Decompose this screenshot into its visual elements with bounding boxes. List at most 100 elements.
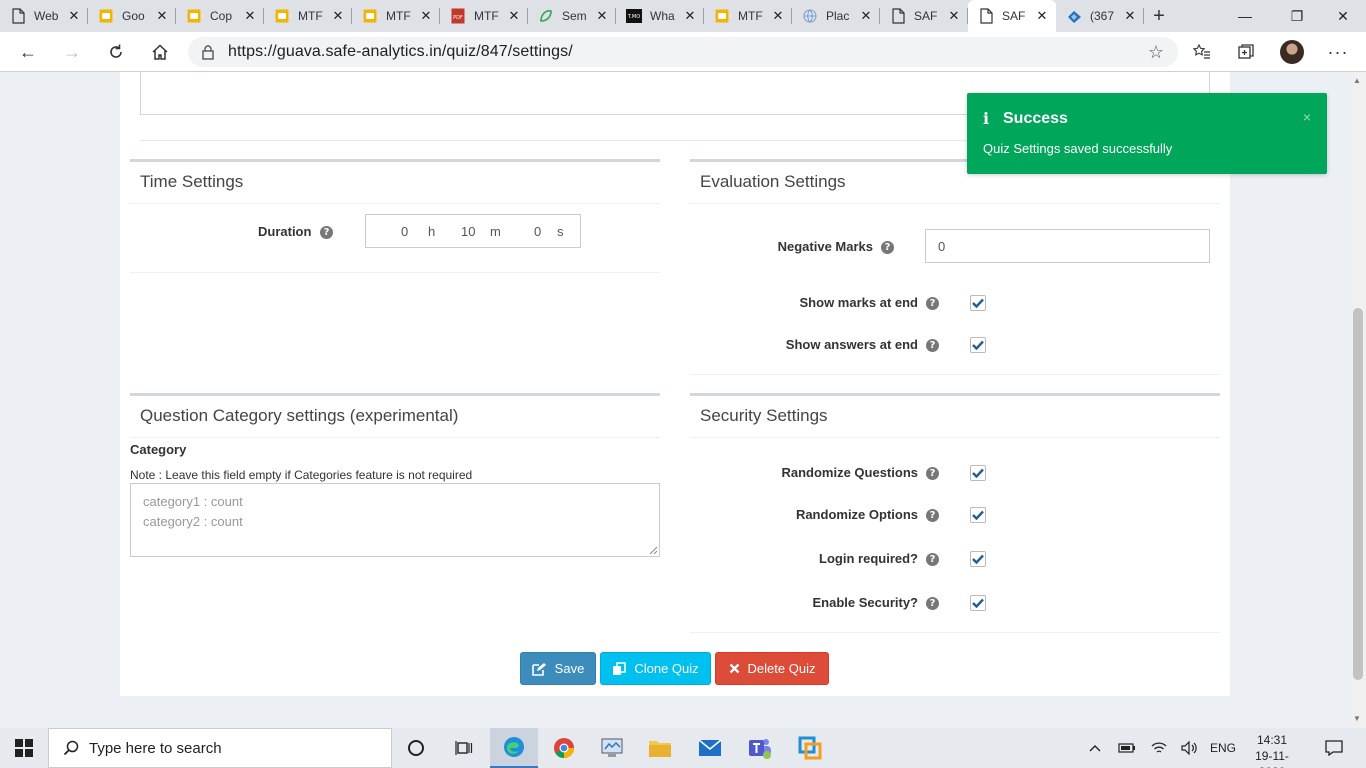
browser-tab[interactable]: Plac ✕	[792, 0, 880, 32]
home-button[interactable]	[144, 36, 176, 68]
randomize-options-checkbox[interactable]	[970, 507, 986, 523]
task-view-button[interactable]	[440, 728, 488, 768]
settings-more-icon[interactable]: ···	[1322, 36, 1354, 68]
tab-close-icon[interactable]: ✕	[66, 8, 82, 24]
input-language[interactable]: ENG	[1206, 728, 1240, 768]
help-icon[interactable]: ?	[926, 339, 939, 352]
browser-tab[interactable]: PDF MTF ✕	[440, 0, 528, 32]
tab-close-icon[interactable]: ✕	[770, 8, 786, 24]
duration-seconds-value[interactable]: 0	[534, 224, 541, 239]
windows-taskbar: Type here to search ENG 14:31 19-11-2020	[0, 728, 1366, 768]
browser-tab[interactable]: MTF ✕	[264, 0, 352, 32]
category-settings-panel: Question Category settings (experimental…	[130, 393, 660, 563]
scroll-down-arrow-icon[interactable]: ▼	[1353, 714, 1361, 723]
duration-input[interactable]: 0 h 10 m 0 s	[365, 214, 581, 248]
toast-close-icon[interactable]: ×	[1303, 109, 1311, 125]
cortana-button[interactable]	[392, 728, 440, 768]
window-close-button[interactable]: ✕	[1320, 0, 1366, 32]
taskbar-mail[interactable]	[686, 728, 734, 768]
taskbar-teams[interactable]	[736, 728, 784, 768]
back-button[interactable]: ←	[12, 36, 44, 68]
start-button[interactable]	[0, 728, 48, 768]
minimize-button[interactable]: —	[1222, 0, 1268, 32]
collections-icon[interactable]	[1230, 36, 1262, 68]
browser-tab[interactable]: MTF ✕	[352, 0, 440, 32]
tab-close-icon[interactable]: ✕	[946, 8, 962, 24]
tab-close-icon[interactable]: ✕	[1034, 8, 1050, 24]
category-textarea[interactable]: category1 : count category2 : count	[130, 483, 660, 557]
copy-icon	[613, 661, 627, 675]
login-required-label: Login required?	[819, 551, 918, 566]
system-clock[interactable]: 14:31 19-11-2020	[1242, 732, 1302, 768]
new-tab-button[interactable]: +	[1144, 0, 1174, 32]
wifi-icon[interactable]	[1148, 728, 1170, 768]
duration-minutes-value[interactable]: 10	[461, 224, 475, 239]
randomize-questions-checkbox[interactable]	[970, 465, 986, 481]
show-answers-checkbox[interactable]	[970, 337, 986, 353]
delete-quiz-button[interactable]: Delete Quiz	[715, 652, 829, 685]
forward-button[interactable]: →	[56, 36, 88, 68]
browser-tab[interactable]: Web ✕	[0, 0, 88, 32]
page-icon	[890, 8, 906, 24]
save-button[interactable]: Save	[520, 652, 596, 685]
tab-close-icon[interactable]: ✕	[242, 8, 258, 24]
browser-tab-active[interactable]: SAF ✕	[968, 0, 1056, 32]
scrollbar-thumb[interactable]	[1353, 308, 1363, 680]
browser-tab[interactable]: Goo ✕	[88, 0, 176, 32]
browser-tab[interactable]: (367 ✕	[1056, 0, 1144, 32]
taskbar-edge[interactable]	[490, 728, 538, 768]
duration-hours-value[interactable]: 0	[401, 224, 408, 239]
evaluation-settings-title: Evaluation Settings	[700, 172, 846, 191]
enable-security-label: Enable Security?	[812, 595, 918, 610]
browser-tab[interactable]: MTF ✕	[704, 0, 792, 32]
taskbar-file-explorer[interactable]	[636, 728, 684, 768]
help-icon[interactable]: ?	[926, 467, 939, 480]
restore-button[interactable]: ❐	[1274, 0, 1320, 32]
battery-icon[interactable]	[1116, 728, 1138, 768]
refresh-button[interactable]	[100, 36, 132, 68]
negative-marks-input[interactable]: 0	[925, 229, 1210, 263]
scroll-up-arrow-icon[interactable]: ▲	[1353, 76, 1361, 85]
notifications-icon[interactable]	[1318, 728, 1350, 768]
tab-close-icon[interactable]: ✕	[418, 8, 434, 24]
tab-close-icon[interactable]: ✕	[1122, 8, 1138, 24]
tab-close-icon[interactable]: ✕	[594, 8, 610, 24]
browser-tab[interactable]: T.MO Wha ✕	[616, 0, 704, 32]
page-scrollbar[interactable]: ▲ ▼	[1350, 72, 1366, 728]
help-icon[interactable]: ?	[926, 553, 939, 566]
taskbar-search-box[interactable]: Type here to search	[48, 728, 392, 768]
tab-close-icon[interactable]: ✕	[858, 8, 874, 24]
chrome-icon	[554, 738, 574, 759]
enable-security-checkbox[interactable]	[970, 595, 986, 611]
favorites-icon[interactable]	[1186, 36, 1218, 68]
volume-icon[interactable]	[1178, 728, 1202, 768]
taskbar-chrome[interactable]	[540, 728, 588, 768]
negative-marks-label: Negative Marks	[777, 239, 873, 254]
browser-tab[interactable]: Cop ✕	[176, 0, 264, 32]
profile-button[interactable]	[1276, 36, 1308, 68]
browser-tab[interactable]: SAF ✕	[880, 0, 968, 32]
help-icon[interactable]: ?	[926, 509, 939, 522]
tab-close-icon[interactable]: ✕	[330, 8, 346, 24]
taskbar-control-panel[interactable]	[588, 728, 636, 768]
slides-icon	[362, 8, 378, 24]
help-icon[interactable]: ?	[881, 241, 894, 254]
taskbar-app[interactable]	[786, 728, 834, 768]
login-required-checkbox[interactable]	[970, 551, 986, 567]
address-bar[interactable]: https://guava.safe-analytics.in/quiz/847…	[188, 37, 1178, 67]
tab-close-icon[interactable]: ✕	[682, 8, 698, 24]
help-icon[interactable]: ?	[926, 297, 939, 310]
show-hidden-icons-chevron-icon[interactable]	[1084, 728, 1106, 768]
browser-tab[interactable]: Sem ✕	[528, 0, 616, 32]
tab-close-icon[interactable]: ✕	[154, 8, 170, 24]
show-marks-checkbox[interactable]	[970, 295, 986, 311]
tab-title: Web	[34, 9, 59, 23]
panel-bottom-border	[690, 374, 1220, 375]
resize-handle-icon[interactable]	[649, 546, 658, 555]
help-icon[interactable]: ?	[320, 226, 333, 239]
favorite-star-icon[interactable]: ☆	[1148, 42, 1164, 63]
category-settings-title: Question Category settings (experimental…	[140, 406, 459, 425]
tab-close-icon[interactable]: ✕	[506, 8, 522, 24]
clone-quiz-button[interactable]: Clone Quiz	[600, 652, 711, 685]
help-icon[interactable]: ?	[926, 597, 939, 610]
